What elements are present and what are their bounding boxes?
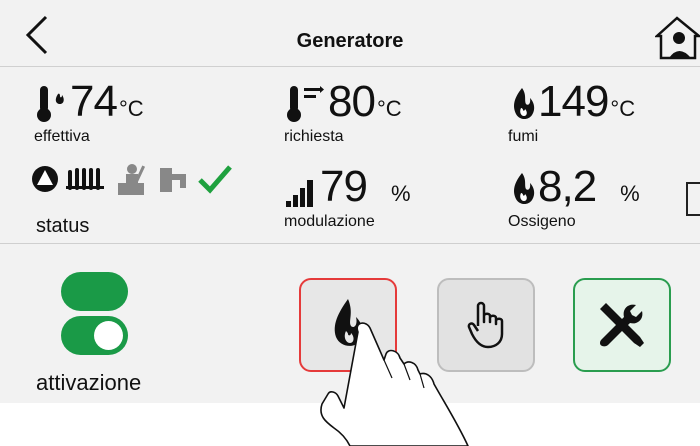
metric-label: fumi: [508, 128, 539, 145]
metric-value: 8,2: [538, 162, 597, 211]
chimney-sweep-icon: [118, 164, 146, 195]
flame-icon: [514, 88, 535, 120]
pump-icon: [32, 166, 58, 192]
home-button[interactable]: [653, 16, 700, 60]
metric-fumi: 149 °C fumi: [508, 80, 635, 146]
metric-effettiva: 74 °C effettiva: [34, 80, 144, 146]
metric-value: 80: [328, 77, 376, 126]
radiator-icon: [66, 168, 104, 190]
flame-icon: [514, 173, 535, 205]
tools-icon: [600, 303, 644, 347]
metric-label: effettiva: [34, 128, 90, 145]
edge-box: [686, 182, 700, 216]
hand-icon: [467, 301, 504, 349]
metric-modulazione: 79 % modulazione: [284, 165, 411, 231]
tap-icon: [160, 168, 186, 192]
metric-unit: °C: [376, 96, 402, 121]
thermometer-setpoint-icon: [287, 86, 324, 122]
metric-richiesta: 80 °C richiesta: [284, 80, 402, 146]
metric-unit: °C: [610, 96, 636, 121]
metric-value: 149: [538, 77, 609, 126]
check-icon: [198, 165, 232, 194]
activation-status-indicator: [61, 272, 128, 311]
status-label: status: [36, 215, 90, 237]
home-icon: [653, 16, 700, 60]
manual-button[interactable]: [437, 278, 535, 372]
status-icon-row: [30, 163, 234, 195]
activation-label: attivazione: [36, 370, 142, 395]
section-divider: [0, 243, 700, 244]
metric-label: modulazione: [284, 213, 375, 230]
activation-toggle[interactable]: [61, 316, 128, 355]
signal-bars-icon: [286, 180, 313, 207]
metric-unit: %: [390, 181, 411, 206]
thermometer-flame-icon: [37, 86, 64, 122]
page-title: Generatore: [296, 30, 404, 52]
metric-label: richiesta: [284, 128, 344, 145]
tools-button[interactable]: [573, 278, 671, 372]
flame-button[interactable]: [299, 278, 397, 372]
metric-value: 79: [320, 162, 368, 211]
metric-unit: %: [620, 181, 640, 206]
toggle-on-icon: [94, 321, 123, 350]
metric-unit: °C: [118, 96, 144, 121]
flame-icon: [334, 299, 363, 346]
metric-label: Ossigeno: [508, 213, 576, 230]
metric-value: 74: [70, 77, 118, 126]
metric-ossigeno: 8,2 % Ossigeno: [508, 165, 640, 231]
header-bar: Generatore: [0, 0, 700, 67]
